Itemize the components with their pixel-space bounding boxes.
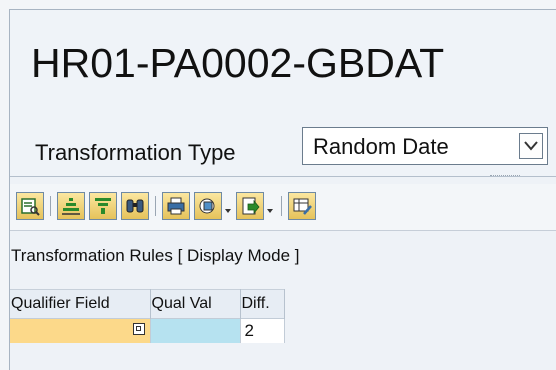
export-icon bbox=[242, 197, 260, 215]
view-button[interactable] bbox=[194, 192, 222, 220]
export-dropdown[interactable] bbox=[266, 192, 275, 220]
header-panel: HR01-PA0002-GBDAT Transformation Type Ra… bbox=[10, 10, 556, 177]
transformation-rules-table: Qualifier Field Qual Val Diff. 2 bbox=[10, 289, 285, 343]
find-button[interactable] bbox=[121, 192, 149, 220]
diff-cell[interactable]: 2 bbox=[240, 318, 285, 343]
main-window: HR01-PA0002-GBDAT Transformation Type Ra… bbox=[9, 9, 556, 370]
find-icon bbox=[126, 199, 144, 213]
sort-button[interactable] bbox=[57, 192, 85, 220]
diff-value: 2 bbox=[244, 320, 254, 340]
column-header-qualifier-field[interactable]: Qualifier Field bbox=[10, 289, 151, 319]
filter-button[interactable] bbox=[89, 192, 117, 220]
filter-icon bbox=[95, 198, 111, 214]
table-header-row: Qualifier Field Qual Val Diff. bbox=[10, 289, 285, 319]
view-icon bbox=[199, 198, 215, 214]
toolbar bbox=[10, 184, 556, 231]
details-button[interactable] bbox=[16, 192, 44, 220]
export-button[interactable] bbox=[236, 192, 264, 220]
grid-title: Transformation Rules [ Display Mode ] bbox=[11, 246, 300, 265]
column-header-qual-val[interactable]: Qual Val bbox=[150, 289, 241, 319]
qual-val-cell[interactable] bbox=[150, 318, 241, 343]
page-title: HR01-PA0002-GBDAT bbox=[31, 40, 445, 86]
dropdown-button[interactable] bbox=[519, 133, 543, 159]
transformation-type-select[interactable]: Random Date bbox=[302, 127, 548, 165]
layout-icon bbox=[293, 198, 312, 215]
print-icon bbox=[167, 197, 185, 215]
table-row: 2 bbox=[10, 318, 285, 343]
value-help-icon[interactable] bbox=[132, 323, 145, 335]
transformation-type-label: Transformation Type bbox=[35, 140, 236, 165]
view-dropdown[interactable] bbox=[224, 192, 233, 220]
transformation-type-value: Random Date bbox=[313, 134, 449, 159]
chevron-down-icon bbox=[524, 141, 538, 151]
layout-button[interactable] bbox=[288, 192, 316, 220]
sort-icon bbox=[62, 198, 80, 215]
qualifier-field-cell[interactable] bbox=[10, 318, 151, 343]
details-icon bbox=[21, 198, 40, 216]
splitter-grip[interactable] bbox=[490, 175, 520, 179]
print-button[interactable] bbox=[162, 192, 190, 220]
column-header-diff[interactable]: Diff. bbox=[240, 289, 285, 319]
